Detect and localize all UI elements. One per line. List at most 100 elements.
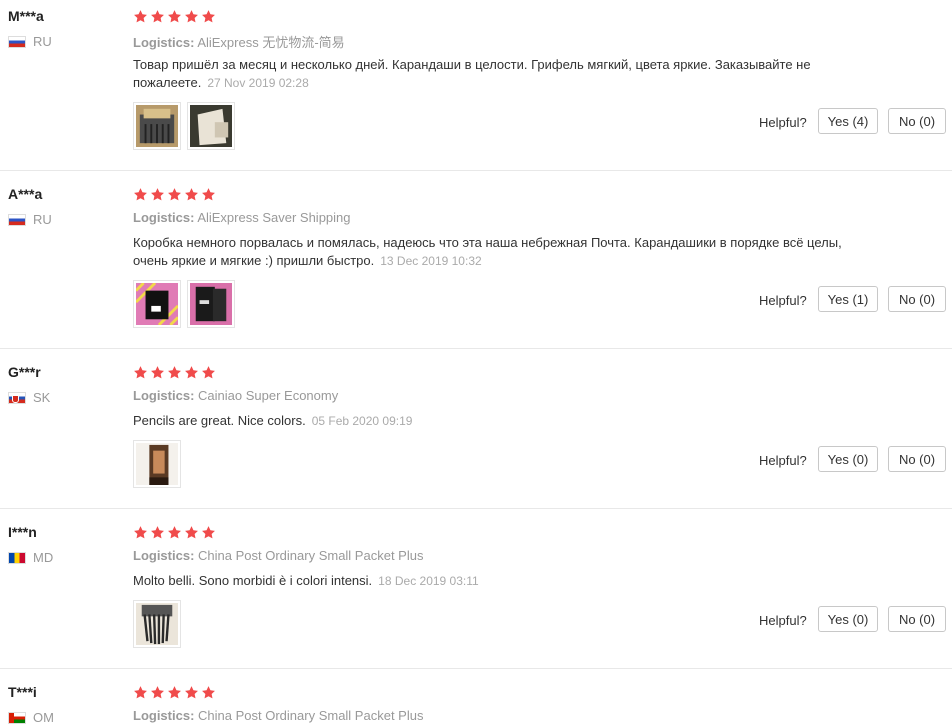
star-rating: [133, 365, 216, 380]
star-rating: [133, 9, 216, 24]
review-date: 27 Nov 2019 02:28: [207, 76, 309, 90]
logistics-label: Logistics:: [133, 388, 195, 403]
star-icon: [202, 188, 215, 201]
logistics-value: Cainiao Super Economy: [198, 388, 339, 403]
helpful-label: Helpful?: [759, 453, 807, 468]
helpful-yes-button[interactable]: Yes (0): [818, 446, 878, 472]
flag-ru-icon: [8, 213, 26, 226]
star-icon: [151, 366, 164, 379]
star-icon: [185, 526, 198, 539]
star-icon: [151, 188, 164, 201]
reviewer-name: I***n: [8, 524, 37, 540]
helpful-label: Helpful?: [759, 613, 807, 628]
star-icon: [202, 10, 215, 23]
star-icon: [134, 526, 147, 539]
helpful-no-button[interactable]: No (0): [888, 108, 946, 134]
reviewer-name: M***a: [8, 8, 44, 24]
logistics-info: Logistics: China Post Ordinary Small Pac…: [133, 708, 423, 723]
logistics-label: Logistics:: [133, 548, 195, 563]
logistics-info: Logistics: AliExpress Saver Shipping: [133, 210, 351, 225]
star-icon: [202, 686, 215, 699]
logistics-label: Logistics:: [133, 210, 195, 225]
reviewer-country: RU: [8, 212, 52, 227]
photo-thumbnail-image: [134, 281, 180, 327]
flag-sk-icon: [8, 391, 26, 404]
photo-thumbnail-image: [190, 283, 232, 325]
reviewer-country: SK: [8, 390, 50, 405]
star-rating: [133, 685, 216, 700]
star-icon: [202, 526, 215, 539]
star-icon: [134, 10, 147, 23]
helpful-label: Helpful?: [759, 115, 807, 130]
review-date: 18 Dec 2019 03:11: [378, 574, 479, 588]
helpful-no-button[interactable]: No (0): [888, 446, 946, 472]
country-code: OM: [33, 710, 54, 725]
review-text: Molto belli. Sono morbidi è i colori int…: [133, 573, 373, 588]
star-icon: [168, 366, 181, 379]
review-divider: [0, 348, 952, 349]
review-photo[interactable]: [187, 102, 235, 150]
review-photos: [133, 600, 181, 648]
review-photo[interactable]: [187, 280, 235, 328]
helpful-yes-button[interactable]: Yes (1): [818, 286, 878, 312]
star-icon: [185, 686, 198, 699]
logistics-label: Logistics:: [133, 35, 195, 50]
review-text-block: Pencils are great. Nice colors. 05 Feb 20…: [133, 412, 853, 430]
flag-ru-icon: [8, 35, 26, 48]
review-text-block: Molto belli. Sono morbidi è i colori int…: [133, 572, 853, 590]
reviewer-name: T***i: [8, 684, 37, 700]
review-photo[interactable]: [133, 440, 181, 488]
star-icon: [168, 188, 181, 201]
flag-md-icon: [8, 551, 26, 564]
star-icon: [185, 188, 198, 201]
review-photo[interactable]: [133, 102, 181, 150]
review-divider: [0, 508, 952, 509]
flag-om-icon: [8, 711, 26, 724]
logistics-value: AliExpress 无忧物流-简易: [197, 35, 345, 50]
logistics-value: AliExpress Saver Shipping: [197, 210, 351, 225]
photo-thumbnail-image: [136, 105, 178, 147]
logistics-label: Logistics:: [133, 708, 195, 723]
helpful-no-button[interactable]: No (0): [888, 286, 946, 312]
review-date: 13 Dec 2019 10:32: [380, 254, 482, 268]
review-text: Коробка немного порвалась и помялась, на…: [133, 235, 842, 268]
helpful-no-button[interactable]: No (0): [888, 606, 946, 632]
review-text: Pencils are great. Nice colors.: [133, 413, 306, 428]
star-icon: [168, 686, 181, 699]
star-icon: [134, 686, 147, 699]
helpful-yes-button[interactable]: Yes (4): [818, 108, 878, 134]
country-code: RU: [33, 212, 52, 227]
review-date: 05 Feb 2020 09:19: [311, 414, 413, 428]
star-icon: [202, 366, 215, 379]
star-rating: [133, 525, 216, 540]
reviewer-country: RU: [8, 34, 52, 49]
star-icon: [151, 10, 164, 23]
star-icon: [185, 10, 198, 23]
reviewer-country: MD: [8, 550, 53, 565]
star-icon: [151, 686, 164, 699]
logistics-value: China Post Ordinary Small Packet Plus: [198, 548, 424, 563]
country-code: SK: [33, 390, 51, 405]
review-divider: [0, 668, 952, 669]
review-photos: [133, 102, 235, 150]
review-text-block: Товар пришёл за месяц и несколько дней. …: [133, 56, 853, 92]
logistics-value: China Post Ordinary Small Packet Plus: [198, 708, 424, 723]
star-icon: [151, 526, 164, 539]
star-icon: [185, 366, 198, 379]
photo-thumbnail-image: [136, 443, 178, 485]
review-photo[interactable]: [133, 280, 181, 328]
review-photo[interactable]: [133, 600, 181, 648]
country-code: MD: [33, 550, 54, 565]
review-divider: [0, 170, 952, 171]
star-rating: [133, 187, 216, 202]
reviewer-country: OM: [8, 710, 54, 725]
helpful-label: Helpful?: [759, 293, 807, 308]
star-icon: [134, 188, 147, 201]
review-photos: [133, 280, 235, 328]
star-icon: [134, 366, 147, 379]
photo-thumbnail-image: [190, 105, 232, 147]
logistics-info: Logistics: China Post Ordinary Small Pac…: [133, 548, 423, 563]
helpful-yes-button[interactable]: Yes (0): [818, 606, 878, 632]
review-photos: [133, 440, 181, 488]
reviewer-name: A***a: [8, 186, 43, 202]
